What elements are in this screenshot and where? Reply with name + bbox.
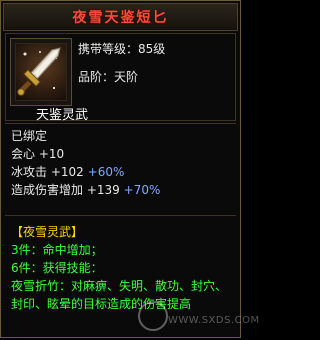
item-icon-frame[interactable] [10,38,72,106]
item-subtype: 天鉴灵武 [36,108,89,123]
damage-bonus-stat: 造成伤害增加 +139 +70% [11,181,160,199]
set-name: 【夜雪灵武】 [11,225,84,239]
ice-attack-bonus: +60% [87,165,125,179]
set-6-count: 6件： [11,261,43,275]
dagger-icon [15,43,67,101]
item-tooltip: 夜雪天鉴短匕 携带等级：85级 品阶：天阶 天鉴灵武 已绑定 会心 +10 冰攻… [0,0,259,338]
item-header: 携带等级：85级 品阶：天阶 天鉴灵武 [5,33,236,123]
bound-status: 已绑定 [11,129,48,143]
ice-attack-label: 冰攻击 [11,165,48,179]
stats-block: 已绑定 会心 +10 冰攻击 +102 +60% 造成伤害增加 +139 +70… [11,127,160,199]
set-3-effect: 命中增加； [42,243,103,257]
damage-bonus-label: 造成伤害增加 [11,183,84,197]
watermark-logo-icon [138,301,168,331]
crit-stat: 会心 +10 [11,147,65,161]
divider [5,215,236,216]
watermark-text: WWW.SXDS.COM [168,315,260,326]
set-3-piece: 3件：命中增加； [11,241,239,259]
set-6-effect: 获得技能： [42,261,103,275]
damage-bonus-bonus: +70% [123,183,161,197]
item-name: 夜雪天鉴短匕 [72,10,169,26]
ice-attack-base: +102 [50,165,84,179]
damage-bonus-base: +139 [86,183,120,197]
set-bonus-block: 【夜雪灵武】 3件：命中增加； 6件：获得技能： 夜雪折竹：对麻痹、失明、散功、… [11,223,239,313]
divider [5,123,236,124]
grade: 品阶：天阶 [78,70,139,84]
set-6-piece: 6件：获得技能： [11,259,239,277]
set-3-count: 3件： [11,243,43,257]
carry-level: 携带等级：85级 [78,42,166,56]
ice-attack-stat: 冰攻击 +102 +60% [11,163,160,181]
watermark: WWW.SXDS.COM [138,301,259,331]
title-bar: 夜雪天鉴短匕 [3,3,238,31]
